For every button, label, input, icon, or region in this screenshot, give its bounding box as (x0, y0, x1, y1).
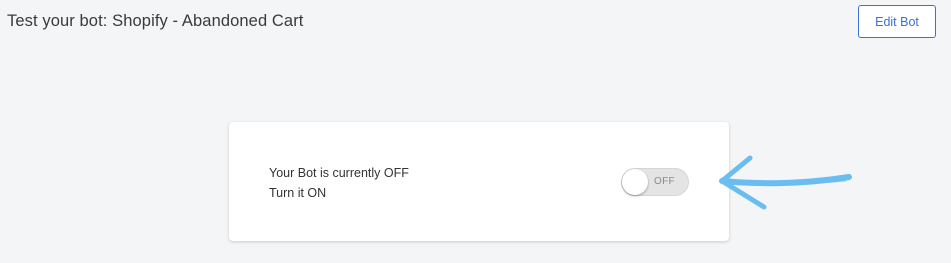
bot-power-toggle[interactable]: OFF (621, 168, 689, 196)
bot-status-card: Your Bot is currently OFF Turn it ON OFF (229, 122, 729, 241)
bot-action-line: Turn it ON (269, 186, 327, 200)
bot-status-line: Your Bot is currently OFF (269, 166, 409, 180)
bot-status-text: Your Bot is currently OFF Turn it ON (269, 163, 409, 203)
page-title: Test your bot: Shopify - Abandoned Cart (7, 12, 304, 30)
hand-drawn-arrow-icon (719, 155, 852, 210)
edit-bot-button[interactable]: Edit Bot (858, 5, 936, 38)
toggle-state-label: OFF (654, 176, 675, 187)
toggle-knob (622, 169, 648, 195)
